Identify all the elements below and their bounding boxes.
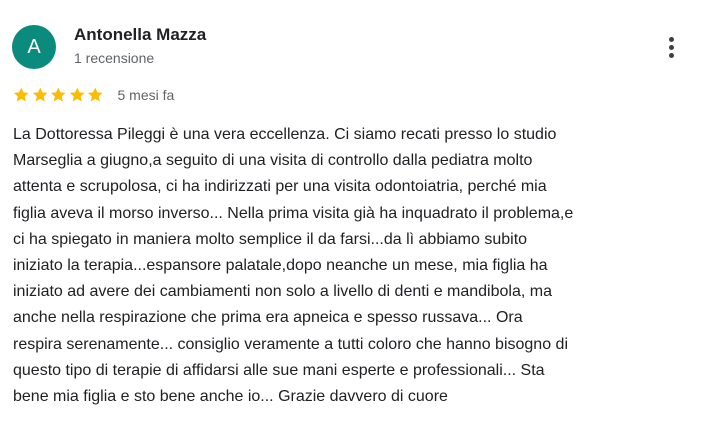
review-count: 1 recensione [74, 50, 155, 66]
review-text-line: questo tipo di terapie di affidarsi alle… [13, 361, 545, 379]
star-icon [32, 87, 48, 102]
avatar-letter: A [27, 36, 41, 58]
avatar[interactable]: A [12, 25, 56, 69]
review-text-line: ci ha spiegato in maniera molto semplice… [13, 230, 528, 248]
star-icon [87, 87, 103, 102]
review-text-line: Marseglia a giugno,a seguito di una visi… [13, 152, 533, 170]
rating-row: 5 mesi fa [12, 85, 174, 105]
author-name[interactable]: Antonella Mazza [74, 25, 206, 45]
review-date: 5 mesi fa [117, 87, 175, 103]
more-vertical-icon [668, 35, 674, 59]
star-icon [13, 87, 29, 102]
review-text-line: attenta e scrupolosa, ci ha indirizzati … [13, 178, 547, 196]
review-text-line: iniziato ad avere dei cambiamenti non so… [13, 283, 552, 301]
review-text-line: La Dottoressa Pileggi è una vera eccelle… [13, 126, 557, 143]
review-text-line: respira serenamente... consiglio veramen… [13, 335, 568, 353]
review-text-line: figlia aveva il morso inverso... Nella p… [13, 204, 574, 222]
review-text-line: iniziato la terapia...espansore palatale… [13, 257, 548, 275]
star-icon [69, 87, 85, 102]
review-text: La Dottoressa Pileggi è una vera eccelle… [13, 122, 693, 410]
more-options-button[interactable] [656, 32, 686, 62]
star-rating [12, 86, 105, 104]
review-text-line: bene mia figlia e sto bene anche io... G… [13, 388, 448, 406]
star-icon [50, 87, 66, 102]
review-text-line: anche nella respirazione che prima era a… [13, 309, 523, 327]
review-card: A Antonella Mazza 1 recensione 5 mesi fa… [0, 0, 705, 427]
